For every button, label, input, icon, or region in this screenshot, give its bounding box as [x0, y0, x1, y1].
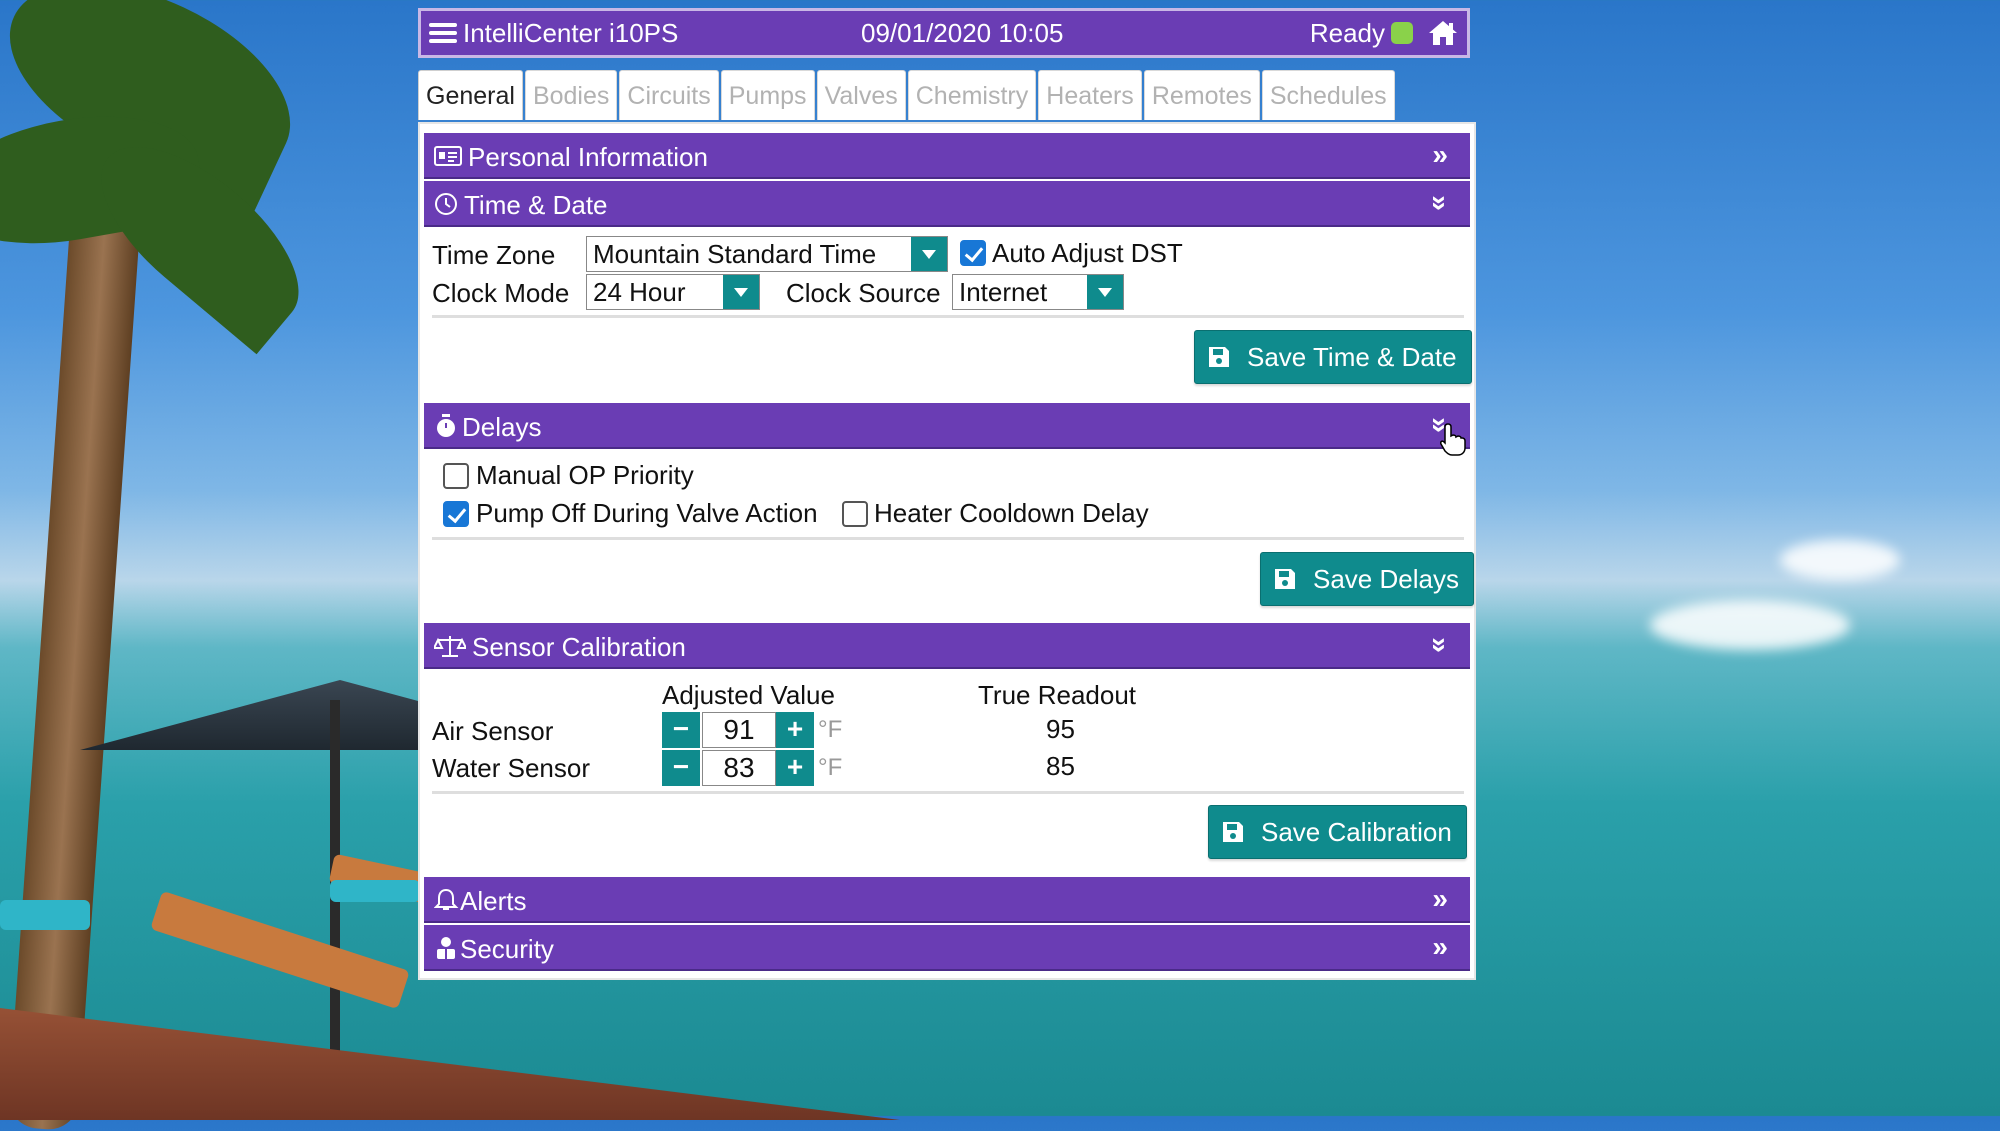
water-sensor-label: Water Sensor [432, 753, 590, 783]
app-header: IntelliCenter i10PS 09/01/2020 10:05 Rea… [418, 8, 1470, 58]
tab-pumps[interactable]: Pumps [720, 70, 815, 120]
air-decrement-button[interactable]: − [662, 712, 700, 748]
tab-bodies[interactable]: Bodies [524, 70, 618, 120]
sensor-calibration-header[interactable]: Sensor Calibration » [424, 623, 1470, 669]
unit-label: °F [818, 754, 843, 781]
tab-circuits[interactable]: Circuits [619, 70, 719, 120]
balance-scale-icon [434, 636, 466, 657]
true-readout-column-header: True Readout [978, 680, 1137, 710]
tab-schedules[interactable]: Schedules [1261, 70, 1395, 120]
tab-general[interactable]: General [418, 70, 523, 120]
chevron-down-icon [911, 237, 947, 271]
save-calibration-button[interactable]: Save Calibration [1208, 805, 1467, 859]
air-true-readout: 95 [1046, 714, 1075, 744]
delays-header[interactable]: Delays » [424, 403, 1470, 449]
button-label: Save Calibration [1261, 817, 1452, 847]
auto-dst-checkbox[interactable] [960, 240, 986, 266]
towel [330, 880, 420, 902]
id-card-icon [434, 146, 462, 166]
personal-information-header[interactable]: Personal Information » [424, 133, 1470, 179]
button-label: Save Time & Date [1247, 342, 1457, 372]
water-adjusted-value-input[interactable]: 83 [702, 750, 776, 786]
hand-cursor-icon [1440, 423, 1466, 456]
water-decrement-button[interactable]: − [662, 750, 700, 786]
section-label: Alerts [460, 886, 527, 916]
air-sensor-label: Air Sensor [432, 716, 554, 746]
general-settings-panel: Personal Information » Time & Date » Tim… [418, 122, 1476, 980]
clock-source-value: Internet [959, 277, 1048, 307]
wooden-deck [0, 1008, 900, 1120]
button-label: Save Delays [1313, 564, 1459, 594]
air-adjusted-value-input[interactable]: 91 [702, 712, 776, 748]
time-zone-value: Mountain Standard Time [593, 239, 877, 269]
section-label: Delays [462, 412, 542, 442]
lounge-chair [150, 890, 410, 1010]
tab-chemistry[interactable]: Chemistry [907, 70, 1037, 120]
air-increment-button[interactable]: + [776, 712, 814, 748]
tab-heaters[interactable]: Heaters [1038, 70, 1142, 120]
divider [432, 791, 1464, 794]
water-true-readout: 85 [1046, 751, 1075, 781]
app-title: IntelliCenter i10PS [463, 17, 679, 48]
clock-source-select[interactable]: Internet [952, 274, 1124, 310]
time-date-header[interactable]: Time & Date » [424, 181, 1470, 227]
tab-remotes[interactable]: Remotes [1143, 70, 1260, 120]
section-label: Time & Date [464, 190, 608, 220]
chevron-double-right-icon[interactable]: » [1432, 933, 1448, 961]
section-label: Security [460, 934, 554, 964]
pump-off-valve-label: Pump Off During Valve Action [476, 498, 818, 528]
chevron-down-icon [1087, 275, 1123, 309]
status-indicator-icon [1391, 22, 1413, 44]
connection-status: Ready [1309, 17, 1385, 48]
clock-source-label: Clock Source [786, 278, 941, 308]
floppy-disk-icon [1209, 347, 1229, 367]
section-label: Personal Information [468, 142, 708, 172]
chevron-double-down-icon[interactable]: » [1425, 637, 1456, 653]
time-zone-label: Time Zone [432, 240, 556, 270]
cloud [1650, 600, 1850, 650]
heater-cooldown-checkbox[interactable] [842, 501, 868, 527]
save-delays-button[interactable]: Save Delays [1260, 552, 1474, 606]
home-icon[interactable] [1427, 19, 1459, 47]
cloud [1780, 540, 1900, 580]
manual-op-priority-label: Manual OP Priority [476, 460, 694, 490]
auto-dst-label: Auto Adjust DST [992, 238, 1183, 268]
time-zone-select[interactable]: Mountain Standard Time [586, 236, 948, 272]
chevron-double-right-icon[interactable]: » [1432, 141, 1448, 169]
bell-icon [434, 888, 459, 910]
palm-tree-trunk [6, 178, 144, 1131]
towel [0, 900, 90, 930]
divider [432, 315, 1464, 318]
manual-op-priority-checkbox[interactable] [443, 463, 469, 489]
clock-mode-select[interactable]: 24 Hour [586, 274, 760, 310]
hamburger-menu-icon[interactable] [429, 19, 457, 47]
tab-valves[interactable]: Valves [816, 70, 906, 120]
settings-tabs: General Bodies Circuits Pumps Valves Che… [418, 70, 1397, 122]
users-icon [437, 937, 455, 959]
save-time-date-button[interactable]: Save Time & Date [1194, 330, 1472, 384]
adjusted-value-column-header: Adjusted Value [662, 680, 835, 710]
alerts-header[interactable]: Alerts » [424, 877, 1470, 923]
pump-off-valve-checkbox[interactable] [443, 501, 469, 527]
chevron-double-down-icon[interactable]: » [1425, 195, 1456, 211]
clock-mode-label: Clock Mode [432, 278, 570, 308]
chevron-down-icon [723, 275, 759, 309]
divider [432, 537, 1464, 540]
water-increment-button[interactable]: + [776, 750, 814, 786]
clock-mode-value: 24 Hour [593, 277, 686, 307]
section-label: Sensor Calibration [472, 632, 686, 662]
floppy-disk-icon [1223, 822, 1243, 842]
unit-label: °F [818, 716, 843, 743]
floppy-disk-icon [1275, 569, 1295, 589]
heater-cooldown-label: Heater Cooldown Delay [874, 498, 1149, 528]
clock-icon [435, 193, 457, 215]
stopwatch-icon [437, 414, 455, 437]
chevron-double-right-icon[interactable]: » [1432, 885, 1448, 913]
security-header[interactable]: Security » [424, 925, 1470, 971]
current-datetime: 09/01/2020 10:05 [861, 17, 1064, 48]
